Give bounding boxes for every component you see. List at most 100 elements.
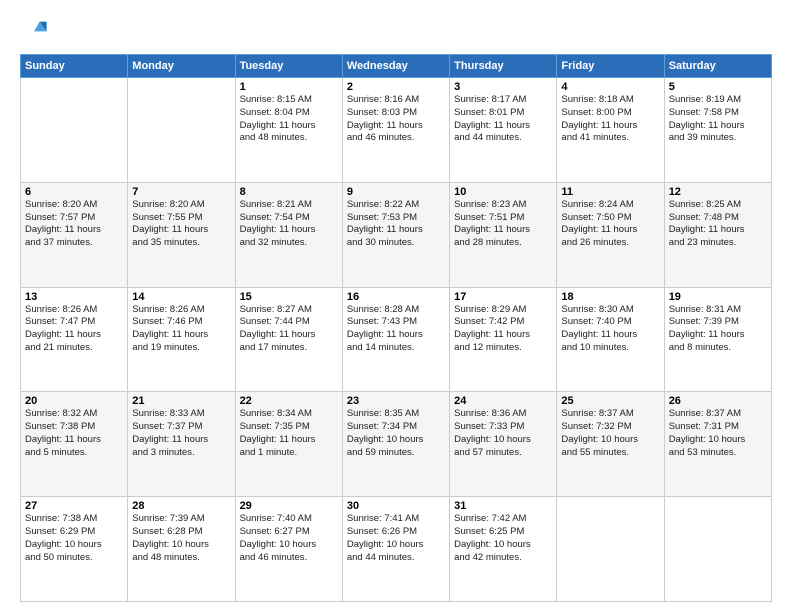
day-number: 4 bbox=[561, 81, 659, 93]
day-detail: Sunrise: 8:23 AM Sunset: 7:51 PM Dayligh… bbox=[454, 199, 552, 250]
day-cell: 23Sunrise: 8:35 AM Sunset: 7:34 PM Dayli… bbox=[342, 392, 449, 497]
day-number: 12 bbox=[669, 186, 767, 198]
day-cell: 10Sunrise: 8:23 AM Sunset: 7:51 PM Dayli… bbox=[450, 182, 557, 287]
week-row-4: 27Sunrise: 7:38 AM Sunset: 6:29 PM Dayli… bbox=[21, 497, 772, 602]
day-cell bbox=[557, 497, 664, 602]
day-number: 23 bbox=[347, 395, 445, 407]
logo bbox=[20, 16, 52, 44]
col-header-monday: Monday bbox=[128, 55, 235, 78]
day-number: 7 bbox=[132, 186, 230, 198]
day-detail: Sunrise: 8:37 AM Sunset: 7:31 PM Dayligh… bbox=[669, 408, 767, 459]
day-cell: 27Sunrise: 7:38 AM Sunset: 6:29 PM Dayli… bbox=[21, 497, 128, 602]
day-cell: 9Sunrise: 8:22 AM Sunset: 7:53 PM Daylig… bbox=[342, 182, 449, 287]
day-cell: 17Sunrise: 8:29 AM Sunset: 7:42 PM Dayli… bbox=[450, 287, 557, 392]
col-header-saturday: Saturday bbox=[664, 55, 771, 78]
day-cell: 29Sunrise: 7:40 AM Sunset: 6:27 PM Dayli… bbox=[235, 497, 342, 602]
day-cell: 21Sunrise: 8:33 AM Sunset: 7:37 PM Dayli… bbox=[128, 392, 235, 497]
week-row-3: 20Sunrise: 8:32 AM Sunset: 7:38 PM Dayli… bbox=[21, 392, 772, 497]
day-cell: 11Sunrise: 8:24 AM Sunset: 7:50 PM Dayli… bbox=[557, 182, 664, 287]
day-cell: 4Sunrise: 8:18 AM Sunset: 8:00 PM Daylig… bbox=[557, 78, 664, 183]
day-detail: Sunrise: 8:28 AM Sunset: 7:43 PM Dayligh… bbox=[347, 304, 445, 355]
day-cell: 6Sunrise: 8:20 AM Sunset: 7:57 PM Daylig… bbox=[21, 182, 128, 287]
day-detail: Sunrise: 7:40 AM Sunset: 6:27 PM Dayligh… bbox=[240, 513, 338, 564]
day-detail: Sunrise: 8:20 AM Sunset: 7:55 PM Dayligh… bbox=[132, 199, 230, 250]
day-cell: 20Sunrise: 8:32 AM Sunset: 7:38 PM Dayli… bbox=[21, 392, 128, 497]
day-number: 26 bbox=[669, 395, 767, 407]
day-number: 25 bbox=[561, 395, 659, 407]
calendar-header: SundayMondayTuesdayWednesdayThursdayFrid… bbox=[21, 55, 772, 78]
calendar-table: SundayMondayTuesdayWednesdayThursdayFrid… bbox=[20, 54, 772, 602]
header bbox=[20, 16, 772, 44]
day-cell: 24Sunrise: 8:36 AM Sunset: 7:33 PM Dayli… bbox=[450, 392, 557, 497]
day-detail: Sunrise: 7:39 AM Sunset: 6:28 PM Dayligh… bbox=[132, 513, 230, 564]
day-detail: Sunrise: 8:21 AM Sunset: 7:54 PM Dayligh… bbox=[240, 199, 338, 250]
day-cell: 25Sunrise: 8:37 AM Sunset: 7:32 PM Dayli… bbox=[557, 392, 664, 497]
day-number: 11 bbox=[561, 186, 659, 198]
day-cell: 18Sunrise: 8:30 AM Sunset: 7:40 PM Dayli… bbox=[557, 287, 664, 392]
day-number: 22 bbox=[240, 395, 338, 407]
day-cell: 8Sunrise: 8:21 AM Sunset: 7:54 PM Daylig… bbox=[235, 182, 342, 287]
day-detail: Sunrise: 8:20 AM Sunset: 7:57 PM Dayligh… bbox=[25, 199, 123, 250]
day-number: 2 bbox=[347, 81, 445, 93]
day-number: 21 bbox=[132, 395, 230, 407]
day-detail: Sunrise: 8:26 AM Sunset: 7:47 PM Dayligh… bbox=[25, 304, 123, 355]
day-number: 30 bbox=[347, 500, 445, 512]
day-cell: 26Sunrise: 8:37 AM Sunset: 7:31 PM Dayli… bbox=[664, 392, 771, 497]
day-detail: Sunrise: 7:42 AM Sunset: 6:25 PM Dayligh… bbox=[454, 513, 552, 564]
day-number: 6 bbox=[25, 186, 123, 198]
day-cell: 2Sunrise: 8:16 AM Sunset: 8:03 PM Daylig… bbox=[342, 78, 449, 183]
col-header-friday: Friday bbox=[557, 55, 664, 78]
day-cell bbox=[128, 78, 235, 183]
day-detail: Sunrise: 8:16 AM Sunset: 8:03 PM Dayligh… bbox=[347, 94, 445, 145]
day-cell: 15Sunrise: 8:27 AM Sunset: 7:44 PM Dayli… bbox=[235, 287, 342, 392]
day-number: 18 bbox=[561, 291, 659, 303]
day-number: 14 bbox=[132, 291, 230, 303]
day-detail: Sunrise: 8:22 AM Sunset: 7:53 PM Dayligh… bbox=[347, 199, 445, 250]
day-detail: Sunrise: 8:24 AM Sunset: 7:50 PM Dayligh… bbox=[561, 199, 659, 250]
day-cell: 1Sunrise: 8:15 AM Sunset: 8:04 PM Daylig… bbox=[235, 78, 342, 183]
day-number: 28 bbox=[132, 500, 230, 512]
day-number: 3 bbox=[454, 81, 552, 93]
day-number: 29 bbox=[240, 500, 338, 512]
day-detail: Sunrise: 8:33 AM Sunset: 7:37 PM Dayligh… bbox=[132, 408, 230, 459]
day-detail: Sunrise: 8:27 AM Sunset: 7:44 PM Dayligh… bbox=[240, 304, 338, 355]
day-cell: 14Sunrise: 8:26 AM Sunset: 7:46 PM Dayli… bbox=[128, 287, 235, 392]
day-number: 24 bbox=[454, 395, 552, 407]
day-cell: 31Sunrise: 7:42 AM Sunset: 6:25 PM Dayli… bbox=[450, 497, 557, 602]
day-detail: Sunrise: 8:34 AM Sunset: 7:35 PM Dayligh… bbox=[240, 408, 338, 459]
day-cell: 3Sunrise: 8:17 AM Sunset: 8:01 PM Daylig… bbox=[450, 78, 557, 183]
day-number: 20 bbox=[25, 395, 123, 407]
day-cell: 22Sunrise: 8:34 AM Sunset: 7:35 PM Dayli… bbox=[235, 392, 342, 497]
day-cell: 30Sunrise: 7:41 AM Sunset: 6:26 PM Dayli… bbox=[342, 497, 449, 602]
day-number: 15 bbox=[240, 291, 338, 303]
day-detail: Sunrise: 8:18 AM Sunset: 8:00 PM Dayligh… bbox=[561, 94, 659, 145]
day-cell bbox=[664, 497, 771, 602]
day-number: 1 bbox=[240, 81, 338, 93]
day-detail: Sunrise: 8:37 AM Sunset: 7:32 PM Dayligh… bbox=[561, 408, 659, 459]
day-number: 8 bbox=[240, 186, 338, 198]
week-row-1: 6Sunrise: 8:20 AM Sunset: 7:57 PM Daylig… bbox=[21, 182, 772, 287]
day-number: 17 bbox=[454, 291, 552, 303]
header-row: SundayMondayTuesdayWednesdayThursdayFrid… bbox=[21, 55, 772, 78]
day-detail: Sunrise: 8:31 AM Sunset: 7:39 PM Dayligh… bbox=[669, 304, 767, 355]
day-detail: Sunrise: 7:38 AM Sunset: 6:29 PM Dayligh… bbox=[25, 513, 123, 564]
page: SundayMondayTuesdayWednesdayThursdayFrid… bbox=[0, 0, 792, 612]
day-detail: Sunrise: 8:32 AM Sunset: 7:38 PM Dayligh… bbox=[25, 408, 123, 459]
day-cell: 19Sunrise: 8:31 AM Sunset: 7:39 PM Dayli… bbox=[664, 287, 771, 392]
day-detail: Sunrise: 8:29 AM Sunset: 7:42 PM Dayligh… bbox=[454, 304, 552, 355]
day-number: 10 bbox=[454, 186, 552, 198]
day-cell: 16Sunrise: 8:28 AM Sunset: 7:43 PM Dayli… bbox=[342, 287, 449, 392]
col-header-thursday: Thursday bbox=[450, 55, 557, 78]
day-detail: Sunrise: 7:41 AM Sunset: 6:26 PM Dayligh… bbox=[347, 513, 445, 564]
day-detail: Sunrise: 8:26 AM Sunset: 7:46 PM Dayligh… bbox=[132, 304, 230, 355]
day-number: 19 bbox=[669, 291, 767, 303]
day-detail: Sunrise: 8:19 AM Sunset: 7:58 PM Dayligh… bbox=[669, 94, 767, 145]
day-cell bbox=[21, 78, 128, 183]
day-cell: 12Sunrise: 8:25 AM Sunset: 7:48 PM Dayli… bbox=[664, 182, 771, 287]
day-number: 9 bbox=[347, 186, 445, 198]
day-detail: Sunrise: 8:30 AM Sunset: 7:40 PM Dayligh… bbox=[561, 304, 659, 355]
day-number: 5 bbox=[669, 81, 767, 93]
day-detail: Sunrise: 8:36 AM Sunset: 7:33 PM Dayligh… bbox=[454, 408, 552, 459]
day-number: 31 bbox=[454, 500, 552, 512]
day-cell: 13Sunrise: 8:26 AM Sunset: 7:47 PM Dayli… bbox=[21, 287, 128, 392]
